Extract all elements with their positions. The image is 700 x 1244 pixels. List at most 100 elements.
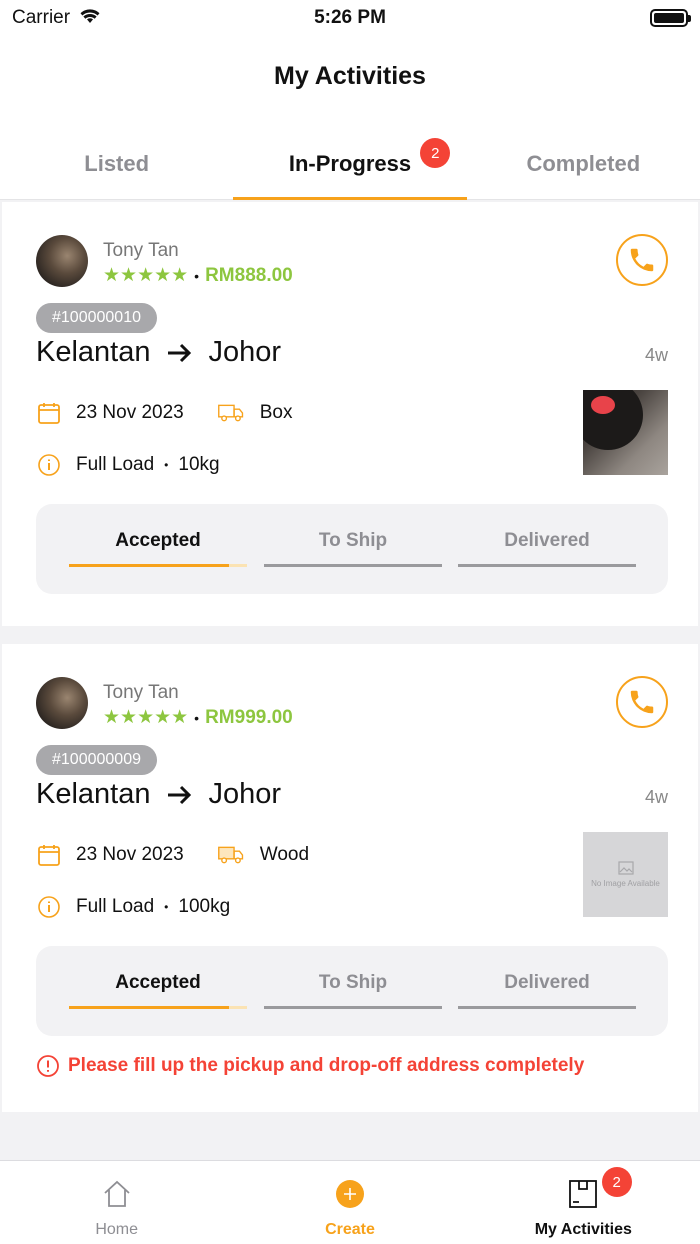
plus-circle-icon (335, 1177, 365, 1211)
separator-dot: • (164, 900, 169, 914)
route: Kelantan Johor (36, 336, 281, 369)
load-row: Full Load • 100kg (36, 894, 230, 920)
battery-icon (650, 9, 691, 27)
route: Kelantan Johor (36, 778, 281, 811)
weight: 10kg (178, 454, 220, 475)
wifi-icon (78, 6, 102, 30)
no-image-text: No Image Available (591, 879, 660, 888)
step-to-ship: To Ship (264, 946, 442, 1036)
step-accepted: Accepted (69, 504, 247, 594)
step-bar (69, 1006, 247, 1009)
status-stepper: Accepted To Ship Delivered (36, 946, 668, 1036)
tabbar-item-home[interactable]: Home (0, 1161, 233, 1244)
tab-bar: Listed In-Progress 2 Completed (0, 128, 700, 200)
star-rating: ★★★★★ (103, 707, 189, 728)
weight: 100kg (178, 896, 231, 917)
pickup-date: 23 Nov 2023 (76, 402, 184, 423)
cargo-photo[interactable] (583, 390, 668, 475)
step-bar (69, 564, 247, 567)
step-label: To Ship (318, 530, 388, 551)
tabbar-label: Create (325, 1221, 375, 1238)
post-age: 4w (644, 345, 668, 365)
calendar-icon (36, 842, 62, 868)
tab-label: Completed (526, 151, 641, 176)
address-warning: Please fill up the pickup and drop-off a… (36, 1054, 584, 1078)
post-age: 4w (644, 787, 668, 807)
cargo-type: Wood (259, 844, 310, 865)
tabbar-label: Home (95, 1221, 138, 1238)
page-title: My Activities (274, 62, 426, 90)
package-icon (567, 1177, 599, 1211)
info-icon (36, 894, 62, 920)
carrier-label: Carrier (12, 7, 71, 28)
tabbar-badge: 2 (601, 1167, 632, 1197)
tab-label: In-Progress (288, 151, 412, 176)
tabbar-item-create[interactable]: Create (233, 1161, 466, 1244)
step-label: Delivered (504, 972, 590, 993)
truck-icon (217, 400, 244, 426)
step-label: Accepted (115, 972, 201, 993)
step-bar (458, 564, 636, 567)
order-card[interactable]: Tony Tan ★★★★★ • RM888.00 #100000010 Kel… (2, 202, 698, 626)
order-id-badge: #100000009 (36, 745, 157, 775)
star-rating: ★★★★★ (103, 265, 189, 286)
warning-text: Please fill up the pickup and drop-off a… (68, 1055, 585, 1076)
truck-icon (217, 842, 244, 868)
phone-icon (630, 690, 654, 714)
step-fill (69, 1006, 230, 1009)
tabbar-label: My Activities (534, 1221, 632, 1238)
load-row: Full Load • 10kg (36, 452, 220, 478)
rating-row: ★★★★★ • RM888.00 (103, 264, 293, 287)
price: RM888.00 (205, 264, 293, 286)
route-to: Johor (208, 778, 282, 810)
phone-icon (630, 248, 654, 272)
load-type: Full Load (76, 454, 155, 475)
step-bar (264, 1006, 442, 1009)
status-bar: Carrier 5:26 PM (0, 0, 700, 36)
step-label: Accepted (115, 530, 201, 551)
load-type: Full Load (76, 896, 155, 917)
separator-dot: • (194, 709, 200, 726)
status-stepper: Accepted To Ship Delivered (36, 504, 668, 594)
no-image-placeholder[interactable]: No Image Available (583, 832, 668, 917)
alert-circle-icon (37, 1055, 59, 1077)
driver-name: Tony Tan (103, 240, 179, 261)
date-row: 23 Nov 2023 Wood (36, 842, 309, 868)
status-time: 5:26 PM (314, 7, 386, 28)
bottom-tab-bar: Home Create 2 My Activities (0, 1160, 700, 1244)
separator-dot: • (194, 267, 200, 284)
step-bar (458, 1006, 636, 1009)
step-accepted: Accepted (69, 946, 247, 1036)
order-card[interactable]: Tony Tan ★★★★★ • RM999.00 #100000009 Kel… (2, 644, 698, 1112)
tabbar-item-my-activities[interactable]: 2 My Activities (467, 1161, 700, 1244)
step-fill (69, 564, 230, 567)
step-delivered: Delivered (458, 946, 636, 1036)
call-button[interactable] (616, 234, 668, 286)
tab-completed[interactable]: Completed (467, 128, 700, 200)
calendar-icon (36, 400, 62, 426)
step-to-ship: To Ship (264, 504, 442, 594)
route-from: Kelantan (36, 778, 151, 810)
arrow-right-icon (167, 343, 191, 362)
avatar (36, 677, 88, 729)
arrow-right-icon (167, 785, 191, 804)
avatar (36, 235, 88, 287)
info-icon (36, 452, 62, 478)
call-button[interactable] (616, 676, 668, 728)
route-from: Kelantan (36, 336, 151, 368)
pickup-date: 23 Nov 2023 (76, 844, 184, 865)
step-delivered: Delivered (458, 504, 636, 594)
separator-dot: • (164, 458, 169, 472)
order-id-badge: #100000010 (36, 303, 157, 333)
image-icon (617, 861, 634, 875)
header: My Activities Listed In-Progress 2 Compl… (0, 36, 700, 200)
route-to: Johor (208, 336, 282, 368)
tab-label: Listed (84, 151, 150, 176)
tab-badge: 2 (420, 138, 451, 168)
date-row: 23 Nov 2023 Box (36, 400, 293, 426)
cargo-type: Box (259, 402, 293, 423)
step-bar (264, 564, 442, 567)
price: RM999.00 (205, 706, 293, 728)
tab-listed[interactable]: Listed (0, 128, 233, 200)
tab-in-progress[interactable]: In-Progress 2 (233, 128, 467, 200)
